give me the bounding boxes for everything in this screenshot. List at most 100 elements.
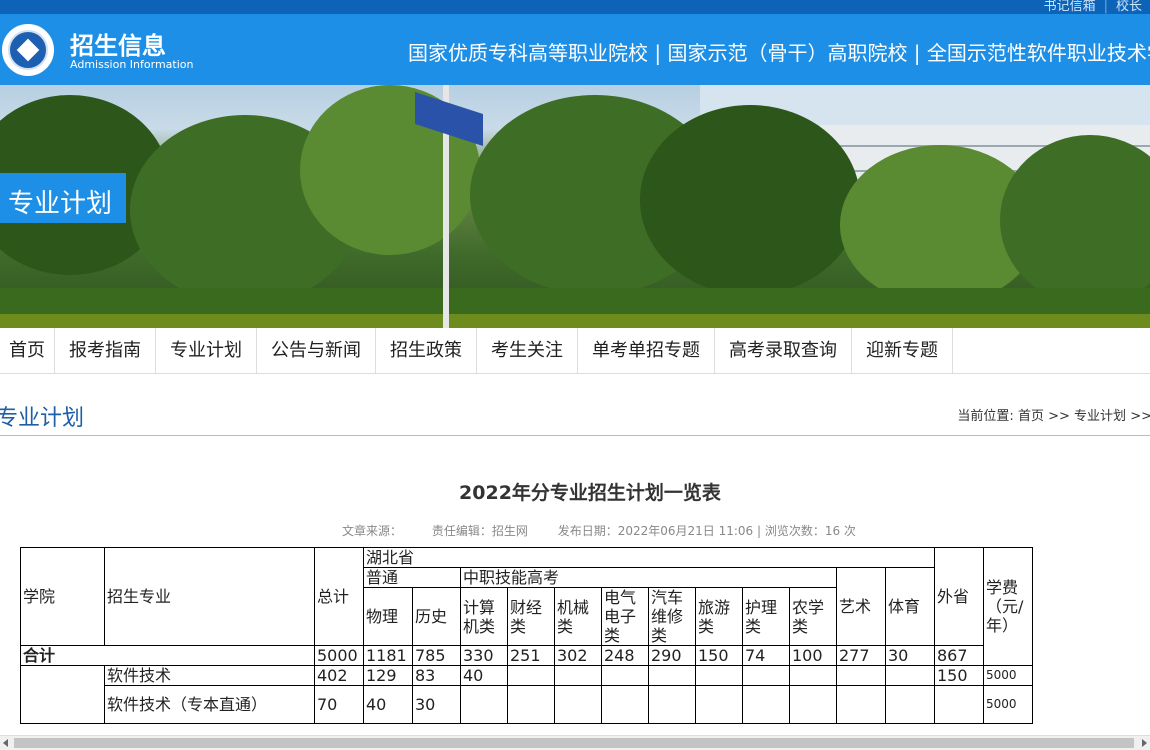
total-cell: 277 [836, 645, 886, 666]
table-cell: 83 [412, 665, 461, 686]
nav-item-guide[interactable]: 报考指南 [55, 328, 156, 374]
table-cell [789, 685, 837, 724]
logo-emblem [8, 30, 48, 70]
top-link-mailbox-secretary[interactable]: 书记信箱 [1036, 0, 1104, 14]
nav-item-policy[interactable]: 招生政策 [376, 328, 477, 374]
logo-core-shape [16, 38, 40, 62]
table-cell [507, 665, 555, 686]
col-header-major: 招生专业 [104, 547, 315, 646]
banner-tree [640, 105, 860, 295]
breadcrumb-separator: >> [1048, 409, 1070, 424]
col-header-zhongzhi: 中职技能高考 [460, 567, 837, 588]
banner-section-label: 专业计划 [0, 173, 126, 223]
total-cell: 290 [648, 645, 696, 666]
col-header-nursing: 护理类 [742, 587, 790, 646]
table-cell [648, 685, 696, 724]
table-cell [836, 685, 886, 724]
article-source: 文章来源： [342, 524, 403, 538]
col-header-agri: 农学类 [789, 587, 837, 646]
total-cell: 5000 [314, 645, 364, 666]
col-header-machine: 机械类 [554, 587, 602, 646]
banner-lawn [0, 314, 1150, 328]
table-cell [742, 685, 790, 724]
nav-item-single-exam[interactable]: 单考单招专题 [578, 328, 715, 374]
page-title: 专业计划 [0, 406, 85, 431]
nav-item-news[interactable]: 公告与新闻 [257, 328, 376, 374]
table-cell [554, 665, 602, 686]
article-title: 2022年分专业招生计划一览表 [459, 482, 721, 504]
total-cell: 302 [554, 645, 602, 666]
col-header-physics: 物理 [363, 587, 413, 646]
table-cell [601, 685, 649, 724]
table-cell [601, 665, 649, 686]
total-cell: 150 [695, 645, 743, 666]
table-cell: 402 [314, 665, 364, 686]
col-header-hubei: 湖北省 [363, 547, 935, 568]
table-cell [648, 665, 696, 686]
breadcrumb-plan[interactable]: 专业计划 [1074, 409, 1126, 424]
table-cell [789, 665, 837, 686]
fee-cell: 5000 [983, 665, 1033, 686]
top-bar: 书记信箱 | 校长 [0, 0, 1150, 14]
scroll-left-arrow-icon[interactable] [3, 739, 8, 747]
table-cell [885, 685, 935, 724]
table-cell [554, 685, 602, 724]
article-editor: 责任编辑：招生网 [431, 524, 528, 538]
table-cell: 150 [934, 665, 984, 686]
breadcrumb-home[interactable]: 首页 [1018, 409, 1044, 424]
nav-item-home[interactable]: 首页 [0, 328, 55, 374]
site-title[interactable]: 招生信息 [70, 26, 166, 61]
article-meta: 文章来源： 责任编辑：招生网 发布日期：2022年06月21日 11:06 | … [342, 522, 882, 539]
table-cell [695, 685, 743, 724]
campus-banner-image: 专业计划 [0, 85, 1150, 328]
col-header-computer: 计算机类 [460, 587, 508, 646]
table-cell: 40 [363, 685, 413, 724]
table-cell [460, 685, 508, 724]
school-logo[interactable] [2, 24, 54, 76]
college-cell [20, 665, 105, 724]
col-header-putong: 普通 [363, 567, 461, 588]
enrollment-plan-table: 学院 招生专业 总计 湖北省 外省 学费（元/年） 普通 中职技能高考 艺术 体… [20, 547, 1033, 724]
school-slogan: 国家优质专科高等职业院校 | 国家示范（骨干）高职院校 | 全国示范性软件职业技… [408, 41, 1150, 65]
total-cell: 100 [789, 645, 837, 666]
table-header-row: 学院 招生专业 总计 湖北省 外省 学费（元/年） [20, 547, 1033, 666]
breadcrumb-prefix: 当前位置: [957, 409, 1014, 424]
table-cell: 70 [314, 685, 364, 724]
table-cell: 30 [412, 685, 461, 724]
nav-item-attention[interactable]: 考生关注 [477, 328, 578, 374]
col-header-outside: 外省 [934, 547, 984, 646]
scroll-right-arrow-icon[interactable] [1142, 739, 1147, 747]
table-cell [507, 685, 555, 724]
horizontal-scrollbar[interactable] [0, 735, 1150, 750]
total-cell: 330 [460, 645, 508, 666]
total-label: 合计 [20, 645, 315, 666]
table-cell [885, 665, 935, 686]
col-header-pe: 体育 [885, 567, 935, 646]
col-header-total: 总计 [314, 547, 364, 646]
main-nav: 首页 报考指南 专业计划 公告与新闻 招生政策 考生关注 单考单招专题 高考录取… [0, 328, 1150, 374]
table-cell [695, 665, 743, 686]
col-header-fee: 学费（元/年） [983, 547, 1033, 666]
table-row: 软件技术（专本直通） 70 40 30 5000 [21, 685, 1033, 724]
page-header: 专业计划 当前位置: 首页 >> 专业计划 >> [0, 374, 1150, 436]
nav-item-plan[interactable]: 专业计划 [156, 328, 257, 374]
table-cell [742, 665, 790, 686]
total-cell: 1181 [363, 645, 413, 666]
col-header-auto: 汽车维修类 [648, 587, 696, 646]
site-header: 招生信息 Admission Information 国家优质专科高等职业院校 … [0, 14, 1150, 85]
total-cell: 74 [742, 645, 790, 666]
breadcrumb-separator: >> [1130, 409, 1150, 424]
article-published: 发布日期：2022年06月21日 11:06 | 浏览次数：16 次 [557, 524, 856, 538]
nav-item-admission-query[interactable]: 高考录取查询 [715, 328, 852, 374]
col-header-travel: 旅游类 [695, 587, 743, 646]
table-cell: 129 [363, 665, 413, 686]
fee-cell: 5000 [983, 685, 1033, 724]
scrollbar-thumb[interactable] [14, 738, 1134, 748]
col-header-college: 学院 [20, 547, 105, 646]
nav-item-welcome[interactable]: 迎新专题 [852, 328, 953, 374]
table-cell [934, 685, 984, 724]
col-header-electric: 电气电子类 [601, 587, 649, 646]
breadcrumb: 当前位置: 首页 >> 专业计划 >> [957, 405, 1150, 424]
top-link-mailbox-president[interactable]: 校长 [1108, 0, 1150, 14]
col-header-finance: 财经类 [507, 587, 555, 646]
